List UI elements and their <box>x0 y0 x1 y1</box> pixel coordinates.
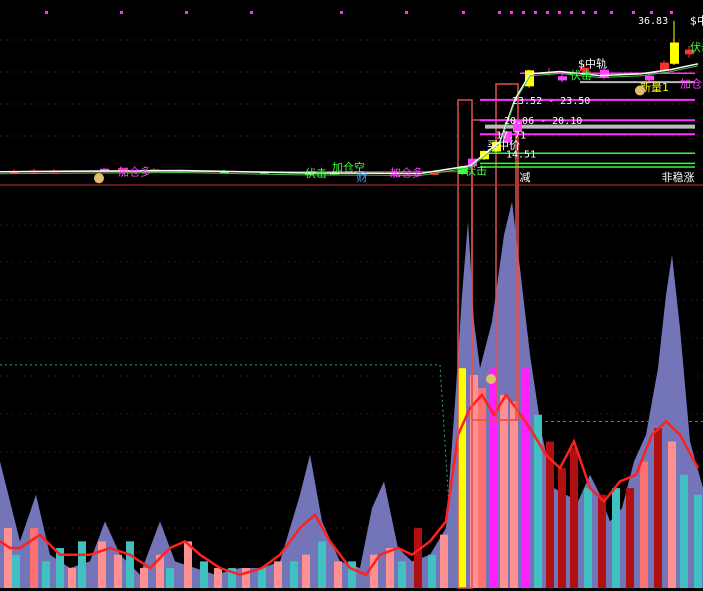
top-marker-dot <box>498 11 501 14</box>
volume-bar <box>184 541 192 588</box>
volume-bar <box>68 568 76 588</box>
price-level-label: 17.71 <box>496 130 526 141</box>
volume-bar <box>612 488 620 588</box>
top-marker-dot <box>185 11 188 14</box>
volume-bar <box>258 568 266 588</box>
top-marker-dot <box>670 11 673 14</box>
volume-bar <box>386 548 394 588</box>
annotation-label: 加仓多 <box>680 77 703 91</box>
volume-mountain-area <box>0 201 703 588</box>
volume-bar <box>490 368 498 588</box>
candle-body <box>660 62 669 71</box>
top-marker-dot <box>120 11 123 14</box>
separator-label: 非稳涨 <box>662 170 695 184</box>
volume-bar <box>668 441 676 588</box>
annotations: 加仓多加仓空伏击加仓多伏击买中价$中轨伏击新量1加仓多$中伏击 <box>94 15 703 384</box>
top-marker-dot <box>405 11 408 14</box>
volume-grid <box>0 224 703 529</box>
price-grid <box>0 39 703 137</box>
separator-label: 减 <box>520 171 531 184</box>
top-marker-dot <box>462 11 465 14</box>
volume-bar <box>4 528 12 588</box>
money-bag-icon <box>635 85 645 96</box>
volume-bar <box>680 474 688 588</box>
volume-bar <box>274 561 282 588</box>
volume-bar <box>166 568 174 588</box>
volume-bar <box>42 561 50 588</box>
top-marker-dot <box>570 11 573 14</box>
volume-mountain <box>0 201 703 588</box>
volume-bar <box>214 568 222 588</box>
volume-bar <box>546 441 554 588</box>
volume-bar <box>428 554 436 588</box>
money-bag-icon <box>94 173 104 184</box>
volume-bar <box>558 468 566 588</box>
volume-bar <box>318 541 326 588</box>
volume-bar <box>570 448 578 588</box>
volume-bar <box>626 488 634 588</box>
volume-bar <box>200 561 208 588</box>
volume-bar <box>522 368 530 588</box>
top-marker-dot <box>650 11 653 14</box>
volume-bar <box>458 368 466 588</box>
top-marker-dot <box>594 11 597 14</box>
top-marker-dot <box>522 11 525 14</box>
stock-chart: 加仓多加仓空伏击加仓多伏击买中价$中轨伏击新量1加仓多$中伏击 36.8323.… <box>0 11 703 589</box>
volume-bar <box>114 554 122 588</box>
top-marker-dot <box>546 11 549 14</box>
annotation-label: $中 <box>690 15 703 28</box>
volume-bar <box>598 494 606 588</box>
volume-bar <box>694 494 702 588</box>
volume-bar <box>640 461 648 588</box>
top-marker-dot <box>340 11 343 14</box>
top-marker-dot <box>632 11 635 14</box>
top-marker-dot <box>510 11 513 14</box>
annotation-label: 伏击 <box>690 40 703 54</box>
annotation-label: 伏击 <box>305 166 327 180</box>
volume-bar <box>140 568 148 588</box>
volume-bar <box>440 534 448 588</box>
top-marker-dot <box>558 11 561 14</box>
volume-bar <box>78 541 86 588</box>
candle-body <box>670 42 679 64</box>
candle-body <box>645 75 654 81</box>
candles <box>10 20 694 176</box>
candle-body <box>525 70 534 87</box>
top-marker-dot <box>534 11 537 14</box>
volume-bar <box>510 401 518 588</box>
volume-bar <box>478 388 486 588</box>
volume-bar <box>414 528 422 588</box>
price-ma <box>0 63 699 175</box>
price-level-label: 20.06 - 20.10 <box>504 116 582 127</box>
price-level-label: 23.52 - 23.50 <box>512 96 590 107</box>
volume-bar <box>584 488 592 588</box>
top-marker-dots <box>45 11 673 14</box>
volume-bar <box>98 541 106 588</box>
volume-bar <box>126 541 134 588</box>
candle-body <box>558 76 567 81</box>
volume-bar <box>500 394 508 588</box>
volume-bar <box>12 554 20 588</box>
annotation-label: 伏击 <box>570 68 592 82</box>
separator-label: 财 <box>357 170 368 184</box>
volume-bar <box>654 428 662 588</box>
annotation-label: 加仓多 <box>390 165 423 179</box>
top-marker-dot <box>610 11 613 14</box>
price-level-label: 14.51 <box>506 149 536 160</box>
top-marker-dot <box>582 11 585 14</box>
annotation-label: 伏击 <box>465 164 487 178</box>
volume-bar <box>398 561 406 588</box>
volume-bar <box>302 554 310 588</box>
money-bag-icon <box>486 374 496 384</box>
volume-bar <box>290 561 298 588</box>
candle-body <box>600 69 609 79</box>
volume-bar <box>334 561 342 588</box>
top-marker-dot <box>250 11 253 14</box>
high-price-label: 36.83 <box>638 16 668 27</box>
price-bands <box>0 72 695 173</box>
top-marker-dot <box>45 11 48 14</box>
annotation-label: 加仓多 <box>118 164 151 178</box>
